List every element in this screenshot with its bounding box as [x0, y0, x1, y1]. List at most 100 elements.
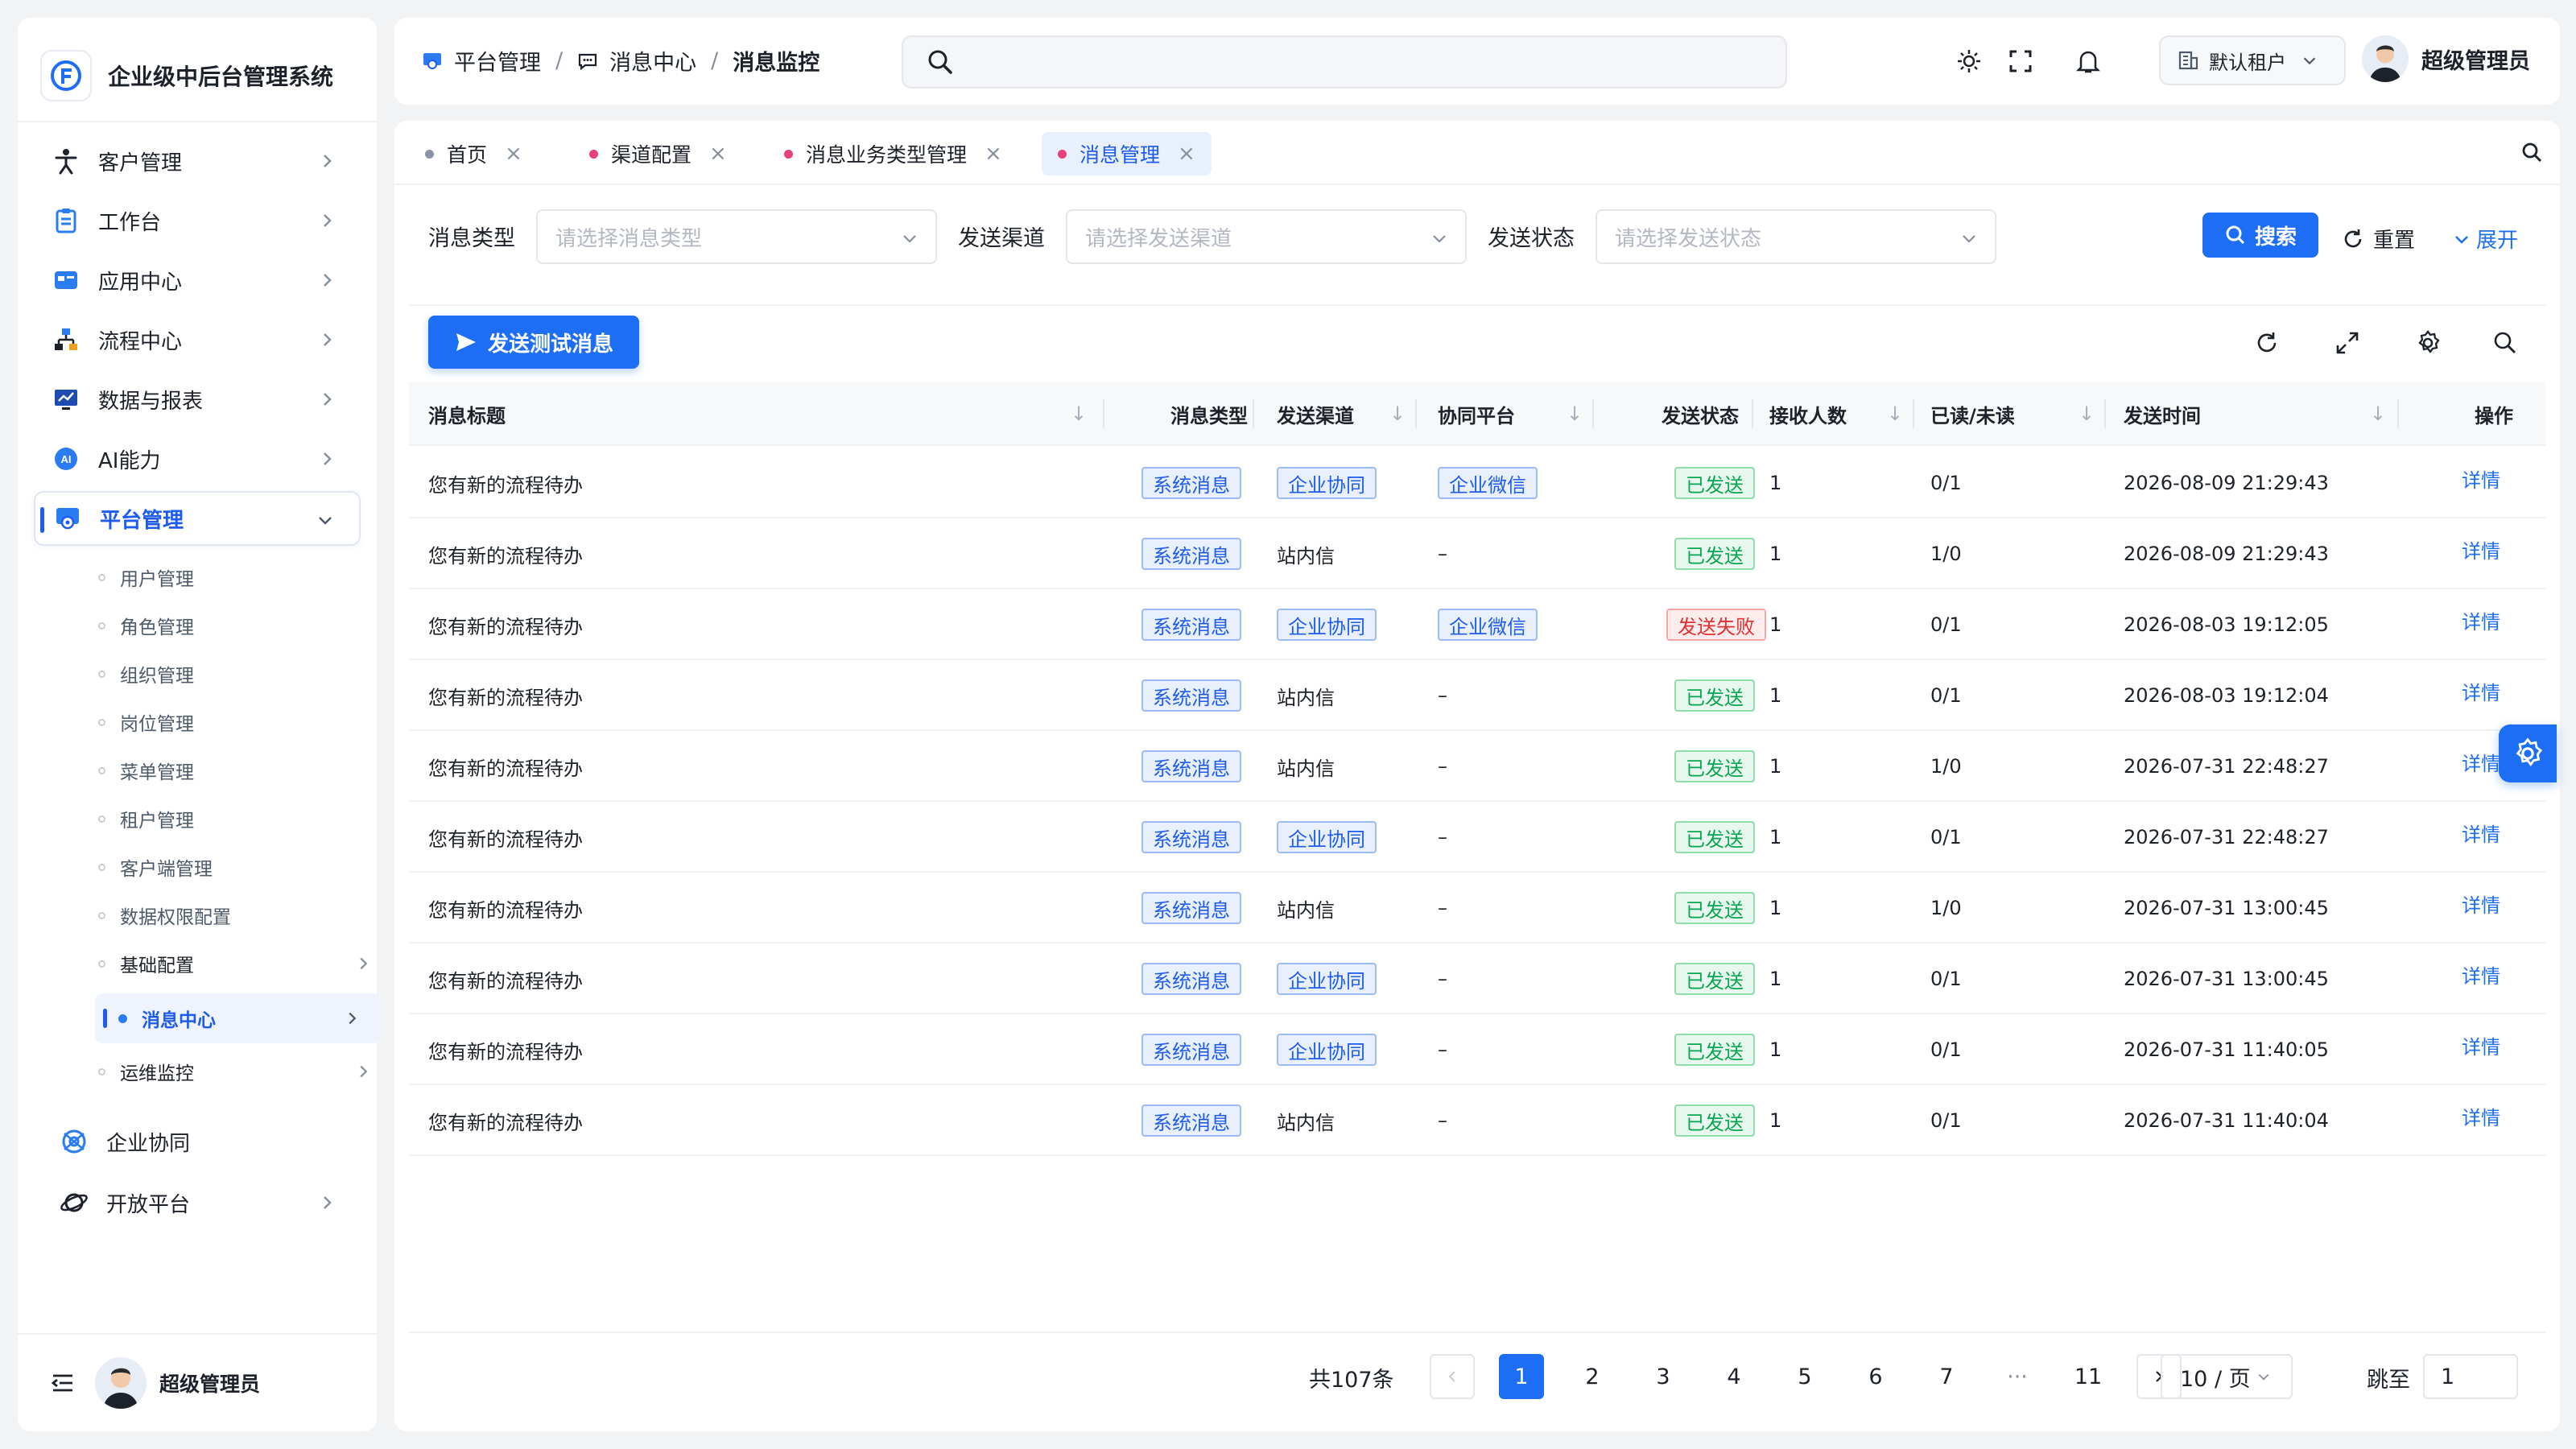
- table-row[interactable]: 您有新的流程待办 系统消息 站内信 – 已发送 1 0/1 2026-07-31 11:40:…: [409, 1085, 2545, 1156]
- sidebar-item-customer[interactable]: 客户管理: [34, 134, 361, 188]
- sort-icon[interactable]: ↓: [1887, 382, 1903, 446]
- sort-icon[interactable]: ↓: [2079, 382, 2095, 446]
- expand-button[interactable]: 展开: [2452, 224, 2518, 254]
- column-header-type[interactable]: 消息类型: [1170, 382, 1248, 446]
- detail-link[interactable]: 详情: [2462, 443, 2500, 514]
- table-row[interactable]: 您有新的流程待办 系统消息 站内信 – 已发送 1 0/1 2026-08-03 19:12:…: [409, 660, 2545, 731]
- sidebar-subitem-orgs[interactable]: 组织管理: [98, 650, 194, 697]
- page-size-select[interactable]: 10 / 页: [2161, 1354, 2293, 1399]
- detail-link[interactable]: 详情: [2462, 514, 2500, 584]
- detail-link[interactable]: 详情: [2462, 1080, 2500, 1151]
- sort-icon[interactable]: ↓: [1567, 382, 1583, 446]
- sidebar-item-platform[interactable]: 平台管理: [34, 491, 361, 546]
- table-row[interactable]: 您有新的流程待办 系统消息 企业协同 企业微信 已发送 1 0/1 2026-08-09 21…: [409, 448, 2545, 518]
- sidebar-subgroup-message-center[interactable]: 消息中心: [95, 993, 380, 1043]
- tab-channel-config[interactable]: 渠道配置 ×: [573, 132, 743, 175]
- message-type-select[interactable]: 请选择消息类型: [536, 209, 937, 264]
- page-button-3[interactable]: 3: [1641, 1354, 1686, 1399]
- table-row[interactable]: 您有新的流程待办 系统消息 企业协同 – 已发送 1 0/1 2026-07-31 11:40…: [409, 1014, 2545, 1085]
- settings-drawer-button[interactable]: [2499, 724, 2557, 782]
- column-header-read[interactable]: 已读/未读: [1930, 382, 2015, 446]
- table-row[interactable]: 您有新的流程待办 系统消息 企业协同 – 已发送 1 0/1 2026-07-31 22:48…: [409, 802, 2545, 873]
- sidebar-item-workflow[interactable]: 流程中心: [34, 312, 361, 367]
- detail-link[interactable]: 详情: [2462, 868, 2500, 939]
- table-row[interactable]: 您有新的流程待办 系统消息 企业协同 企业微信 发送失败 1 0/1 2026-08-03 1…: [409, 589, 2545, 660]
- page-button-2[interactable]: 2: [1570, 1354, 1615, 1399]
- sidebar-subgroup-basic-config[interactable]: 基础配置: [98, 940, 372, 987]
- table-row[interactable]: 您有新的流程待办 系统消息 站内信 – 已发送 1 1/0 2026-08-09 21:29:…: [409, 518, 2545, 589]
- sidebar-subitem-users[interactable]: 用户管理: [98, 554, 194, 601]
- page-button-4[interactable]: 4: [1711, 1354, 1757, 1399]
- bell-icon[interactable]: [2072, 45, 2104, 77]
- breadcrumb-item[interactable]: 平台管理: [454, 45, 541, 76]
- sidebar-subitem-tenants[interactable]: 租户管理: [98, 795, 194, 842]
- search-icon[interactable]: [2489, 327, 2521, 359]
- page-button-7[interactable]: 7: [1924, 1354, 1969, 1399]
- close-icon[interactable]: ×: [985, 142, 1002, 166]
- reset-button[interactable]: 重置: [2341, 224, 2415, 254]
- fullscreen-icon[interactable]: [2004, 45, 2037, 77]
- sort-icon[interactable]: ↓: [2370, 382, 2386, 446]
- send-test-message-button[interactable]: 发送测试消息: [428, 316, 639, 369]
- tenant-select[interactable]: 默认租户: [2159, 35, 2346, 85]
- send-channel-select[interactable]: 请选择发送渠道: [1066, 209, 1467, 264]
- expand-icon[interactable]: [2331, 327, 2363, 359]
- settings-icon[interactable]: [2412, 327, 2444, 359]
- sidebar-item-apps[interactable]: 应用中心: [34, 253, 361, 308]
- sun-icon[interactable]: [1953, 45, 1985, 77]
- sidebar-subitem-clients[interactable]: 客户端管理: [98, 844, 213, 890]
- close-icon[interactable]: ×: [505, 142, 522, 166]
- sort-icon[interactable]: ↓: [1389, 382, 1406, 446]
- table-row[interactable]: 您有新的流程待办 系统消息 站内信 – 已发送 1 1/0 2026-07-31 13:00:…: [409, 873, 2545, 943]
- search-button[interactable]: 搜索: [2202, 213, 2318, 258]
- column-header-channel[interactable]: 发送渠道: [1277, 382, 1354, 446]
- detail-link[interactable]: 详情: [2462, 797, 2500, 868]
- column-header-status[interactable]: 发送状态: [1662, 382, 1739, 446]
- column-header-recipients[interactable]: 接收人数: [1769, 382, 1847, 446]
- detail-link[interactable]: 详情: [2462, 655, 2500, 726]
- sidebar-subitem-data-permission[interactable]: 数据权限配置: [98, 892, 231, 939]
- detail-link[interactable]: 详情: [2462, 939, 2500, 1009]
- sidebar-item-workbench[interactable]: 工作台: [34, 193, 361, 248]
- collapse-menu-icon[interactable]: [50, 1370, 76, 1396]
- refresh-icon[interactable]: [2251, 327, 2283, 359]
- tab-search-icon[interactable]: [2516, 137, 2549, 169]
- planet-icon: [58, 1187, 90, 1219]
- column-header-title[interactable]: 消息标题: [428, 382, 506, 446]
- detail-link[interactable]: 详情: [2462, 1009, 2500, 1080]
- table-row[interactable]: 您有新的流程待办 系统消息 企业协同 – 已发送 1 0/1 2026-07-31 13:00…: [409, 943, 2545, 1014]
- sidebar-subitem-posts[interactable]: 岗位管理: [98, 699, 194, 745]
- page-ellipsis[interactable]: ···: [1995, 1354, 2040, 1399]
- user-menu[interactable]: 超级管理员: [2362, 35, 2530, 82]
- cell-recipients: 1: [1769, 802, 1781, 873]
- detail-link[interactable]: 详情: [2462, 726, 2500, 797]
- sidebar-item-open-platform[interactable]: 开放平台: [42, 1175, 361, 1230]
- avatar[interactable]: [95, 1357, 147, 1409]
- column-header-time[interactable]: 发送时间: [2124, 382, 2201, 446]
- prev-page-button[interactable]: [1430, 1354, 1475, 1399]
- column-header-platform[interactable]: 协同平台: [1438, 382, 1515, 446]
- detail-link[interactable]: 详情: [2462, 584, 2500, 655]
- tab-home[interactable]: 首页 ×: [409, 132, 539, 175]
- page-button-6[interactable]: 6: [1853, 1354, 1898, 1399]
- page-button-5[interactable]: 5: [1782, 1354, 1827, 1399]
- sidebar-subitem-roles[interactable]: 角色管理: [98, 602, 194, 649]
- close-icon[interactable]: ×: [1178, 142, 1195, 166]
- sidebar-item-collab[interactable]: 企业协同: [42, 1114, 369, 1169]
- tab-message-manage[interactable]: 消息管理 ×: [1042, 132, 1212, 175]
- sort-icon[interactable]: ↓: [1071, 382, 1087, 446]
- breadcrumb-item[interactable]: 消息中心: [609, 45, 696, 76]
- jump-page-input[interactable]: 1: [2423, 1354, 2518, 1399]
- sidebar-subitem-menus[interactable]: 菜单管理: [98, 747, 194, 794]
- brand[interactable]: 企业级中后台管理系统: [40, 34, 333, 118]
- sidebar-item-ai[interactable]: AI AI能力: [34, 431, 361, 486]
- table-row[interactable]: 您有新的流程待办 系统消息 站内信 – 已发送 1 1/0 2026-07-31 22:48:…: [409, 731, 2545, 802]
- page-button-1[interactable]: 1: [1499, 1354, 1544, 1399]
- sidebar-subgroup-ops[interactable]: 运维监控: [98, 1048, 372, 1095]
- tab-message-biz-type[interactable]: 消息业务类型管理 ×: [768, 132, 1018, 175]
- page-button-11[interactable]: 11: [2066, 1354, 2111, 1399]
- close-icon[interactable]: ×: [709, 142, 727, 166]
- sidebar-item-reports[interactable]: 数据与报表: [34, 372, 361, 427]
- send-status-select[interactable]: 请选择发送状态: [1596, 209, 1996, 264]
- global-search-input[interactable]: [902, 35, 1787, 89]
